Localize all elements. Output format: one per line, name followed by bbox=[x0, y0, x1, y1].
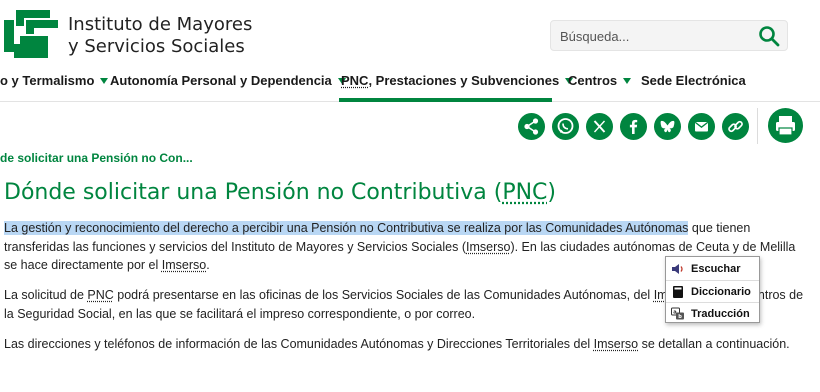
share-icon bbox=[524, 118, 539, 135]
page-title: Dónde solicitar una Pensión no Contribut… bbox=[4, 180, 556, 205]
nav-item-label: Centros bbox=[568, 73, 618, 88]
paragraph-text: La solicitud de bbox=[4, 288, 88, 302]
search-icon bbox=[759, 26, 780, 47]
nav-item-centros[interactable]: Centros bbox=[568, 66, 632, 102]
search-box bbox=[550, 20, 788, 51]
nav-item-label: Sede Electrónica bbox=[641, 73, 746, 88]
caret-down-icon bbox=[623, 77, 632, 84]
translate-label: Traducción bbox=[691, 308, 750, 320]
brand-line-1: Instituto de Mayores bbox=[68, 14, 253, 35]
facebook-icon bbox=[629, 119, 638, 134]
whatsapp-icon bbox=[557, 118, 574, 134]
listen-menu-item[interactable]: Escuchar bbox=[666, 258, 759, 280]
paragraph-text: podrá presentarse en las oficinas de los… bbox=[113, 288, 654, 302]
bluesky-share-button[interactable] bbox=[654, 113, 681, 140]
listen-label: Escuchar bbox=[691, 263, 741, 275]
page-title-text: Dónde solicitar una Pensión no Contribut… bbox=[4, 180, 503, 205]
whatsapp-share-button[interactable] bbox=[552, 113, 579, 140]
abbr-imserso: Imserso bbox=[466, 239, 511, 254]
translate-menu-item[interactable]: a b Traducción bbox=[666, 302, 759, 324]
share-divider bbox=[757, 108, 758, 144]
nav-item-abbr: PNC bbox=[341, 73, 369, 88]
brand-line-2: y Servicios Sociales bbox=[68, 36, 245, 57]
brand-name[interactable]: Instituto de Mayores y Servicios Sociale… bbox=[68, 14, 252, 58]
copy-link-button[interactable] bbox=[722, 113, 749, 140]
facebook-share-button[interactable] bbox=[620, 113, 647, 140]
caret-down-icon bbox=[100, 77, 109, 84]
email-share-button[interactable] bbox=[688, 113, 715, 140]
imserso-logo-mark bbox=[4, 10, 58, 58]
abbr-imserso: Imserso bbox=[593, 337, 639, 351]
page-title-abbr: PNC bbox=[502, 180, 548, 205]
abbr-imserso: Imserso bbox=[161, 258, 207, 272]
nav-item-label: , Prestaciones y Subvenciones bbox=[368, 73, 560, 88]
email-icon bbox=[694, 121, 709, 132]
nav-item-label: o y Termalismo bbox=[0, 73, 95, 88]
page-title-suffix: ) bbox=[547, 180, 556, 205]
imserso-logo[interactable] bbox=[0, 6, 62, 62]
nav-item-termalismo[interactable]: o y Termalismo bbox=[0, 66, 109, 102]
x-icon bbox=[593, 120, 606, 133]
print-button[interactable] bbox=[768, 108, 803, 143]
main-nav: o y Termalismo Autonomía Personal y Depe… bbox=[0, 66, 820, 102]
search-input[interactable] bbox=[560, 25, 750, 47]
dictionary-label: Diccionario bbox=[691, 286, 751, 298]
print-icon bbox=[776, 116, 795, 136]
speaker-icon bbox=[672, 264, 683, 274]
nav-item-sede[interactable]: Sede Electrónica bbox=[641, 66, 746, 102]
nav-item-pnc[interactable]: PNC, Prestaciones y Subvenciones bbox=[339, 66, 574, 102]
search-button[interactable] bbox=[757, 24, 781, 48]
share-button[interactable] bbox=[518, 113, 545, 140]
dictionary-icon bbox=[673, 286, 683, 298]
readspeaker-popup: Escuchar Diccionario a b Traducción bbox=[665, 256, 760, 323]
paragraph-text: se detallan a continuación. bbox=[638, 337, 790, 351]
dictionary-menu-item[interactable]: Diccionario bbox=[666, 280, 759, 302]
selected-text[interactable]: La gestión y reconocimiento del derecho … bbox=[4, 221, 689, 235]
svg-text:b: b bbox=[678, 314, 682, 320]
paragraph-text: Las direcciones y teléfonos de informaci… bbox=[4, 337, 594, 351]
nav-item-label: Autonomía Personal y Dependencia bbox=[110, 73, 332, 88]
abbr-pnc: PNC bbox=[87, 288, 114, 302]
paragraph-text: . bbox=[206, 258, 210, 272]
translate-icon: a b bbox=[671, 307, 684, 320]
svg-text:a: a bbox=[673, 310, 676, 316]
paragraph-direcciones: Las direcciones y teléfonos de informaci… bbox=[4, 335, 804, 354]
link-icon bbox=[728, 120, 743, 133]
bluesky-icon bbox=[660, 120, 675, 133]
breadcrumb-current[interactable]: de solicitar una Pensión no Con... bbox=[0, 151, 193, 165]
nav-item-autonomia[interactable]: Autonomía Personal y Dependencia bbox=[110, 66, 346, 102]
x-share-button[interactable] bbox=[586, 113, 613, 140]
